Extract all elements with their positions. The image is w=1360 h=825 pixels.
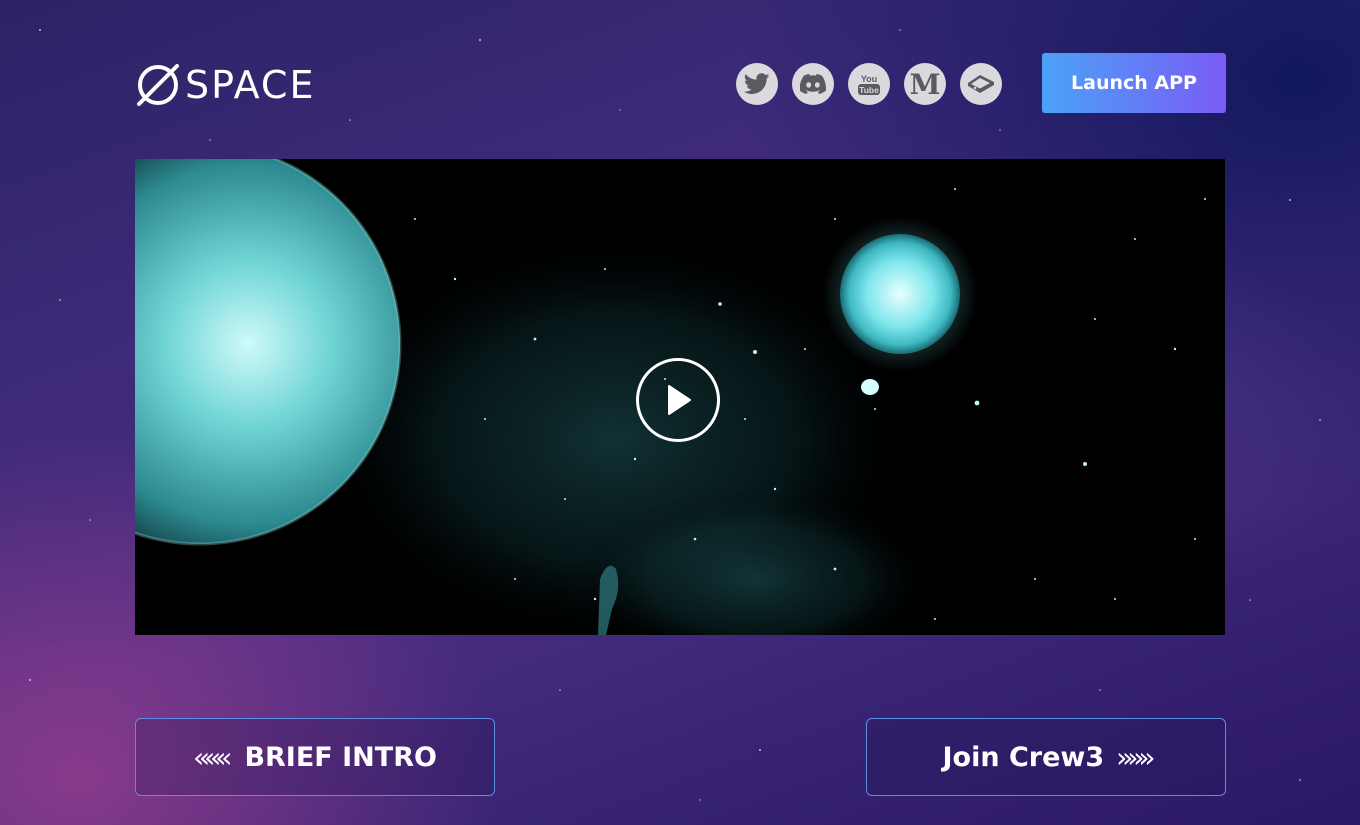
svg-text:M: M [910, 69, 940, 99]
play-icon [668, 385, 691, 415]
medium-icon: M [910, 69, 940, 99]
social-links: You Tube M [736, 63, 1002, 105]
join-crew3-label: Join Crew3 [942, 741, 1105, 773]
play-button[interactable] [636, 358, 720, 442]
chevron-left-icon: ««« [193, 740, 232, 774]
brief-intro-button[interactable]: ««« BRIEF INTRO [135, 718, 495, 796]
svg-text:Tube: Tube [859, 85, 879, 95]
discord-link[interactable] [792, 63, 834, 105]
youtube-icon: You Tube [858, 74, 880, 95]
null-set-logo-icon [137, 64, 179, 106]
brand-logo[interactable]: SPACE [135, 62, 315, 108]
gitbook-link[interactable] [960, 63, 1002, 105]
gitbook-icon [968, 75, 994, 93]
twitter-icon [744, 73, 770, 94]
logo-text: SPACE [185, 63, 316, 107]
brief-intro-label: BRIEF INTRO [244, 741, 437, 773]
youtube-link[interactable]: You Tube [848, 63, 890, 105]
medium-link[interactable]: M [904, 63, 946, 105]
join-crew3-button[interactable]: Join Crew3 »»» [866, 718, 1226, 796]
chevron-right-icon: »»» [1116, 740, 1155, 774]
twitter-link[interactable] [736, 63, 778, 105]
video-player[interactable] [135, 159, 1225, 635]
svg-text:You: You [861, 74, 877, 84]
discord-icon [800, 74, 826, 94]
launch-app-button[interactable]: Launch APP [1042, 53, 1226, 113]
